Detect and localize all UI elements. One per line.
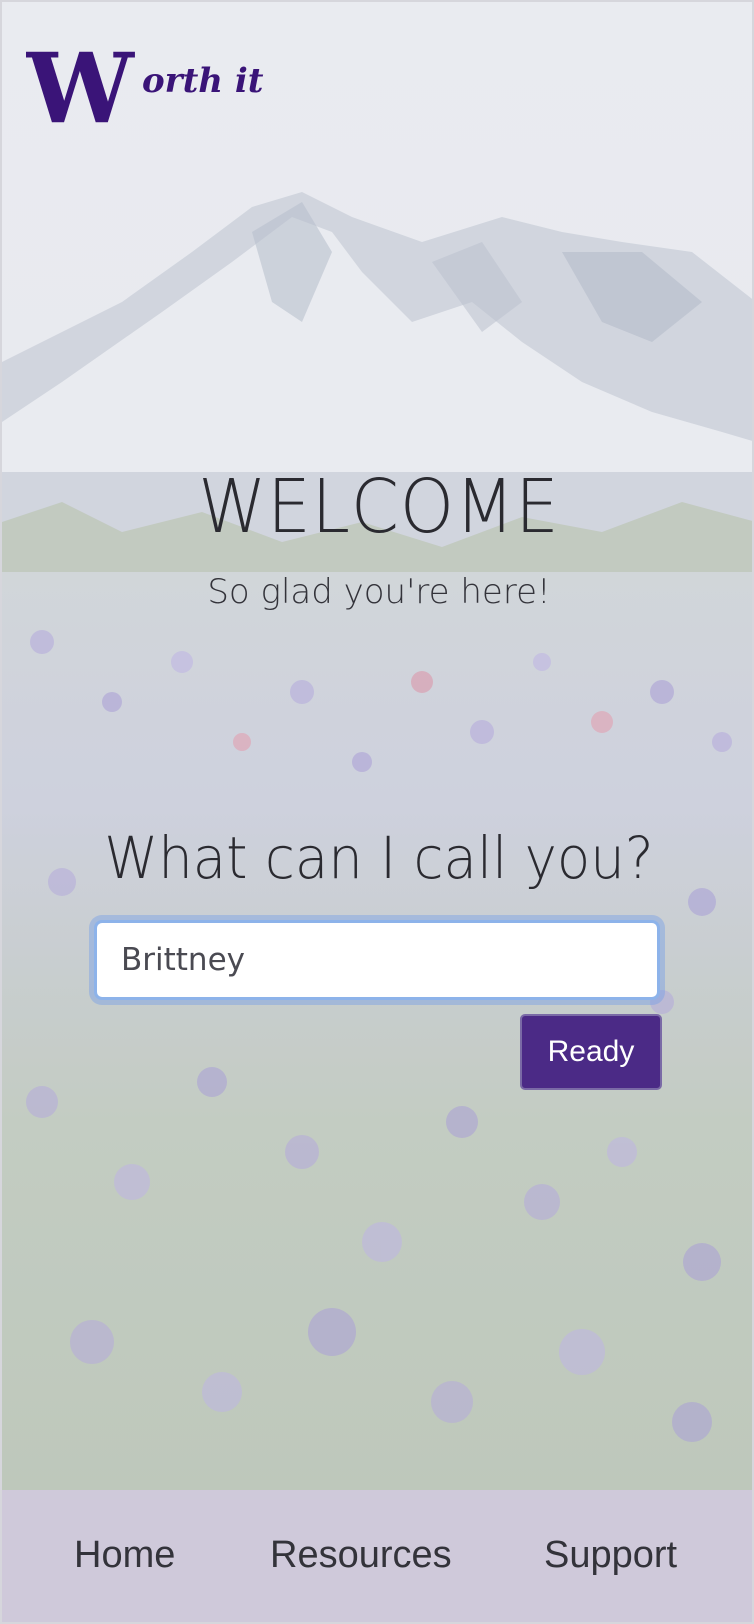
nav-home-link[interactable]: Home bbox=[74, 1534, 175, 1577]
name-question-label: What can I call you? bbox=[104, 824, 654, 892]
name-input[interactable] bbox=[94, 920, 660, 1000]
worth-it-logo: W orth it bbox=[26, 42, 264, 132]
background-image-mountain-wildflowers bbox=[2, 2, 752, 1490]
logo-letter: W bbox=[26, 42, 135, 132]
welcome-subtitle: So glad you're here! bbox=[207, 572, 551, 612]
app-screen: W orth it WELCOME So glad you're here! W… bbox=[0, 0, 754, 1624]
nav-resources-link[interactable]: Resources bbox=[270, 1534, 452, 1577]
nav-support-link[interactable]: Support bbox=[544, 1534, 677, 1577]
ready-button[interactable]: Ready bbox=[520, 1014, 662, 1090]
welcome-title: WELCOME bbox=[198, 464, 560, 550]
logo-wordmark: orth it bbox=[142, 61, 264, 101]
hero-section: W orth it WELCOME So glad you're here! W… bbox=[2, 2, 752, 1490]
